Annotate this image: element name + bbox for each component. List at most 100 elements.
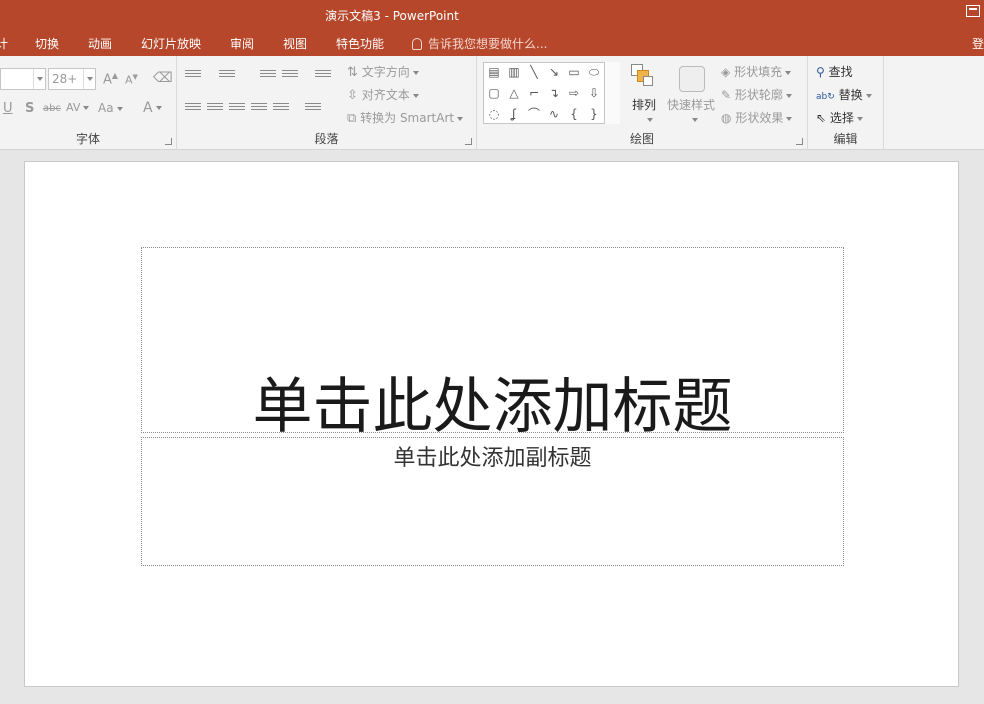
align-center-icon[interactable] [207,103,223,115]
subtitle-placeholder[interactable]: 单击此处添加副标题 [141,437,844,566]
text-shadow-button[interactable]: S [25,101,34,116]
arrange-button[interactable]: 排列 [632,96,656,113]
drawing-group: ▤ ▥ ╲ ↘ ▭ ⬭ ▢ △ ⌐ ↴ ⇨ ⇩ ◌ ʆ ⌒ ∿ { } 排列 快… [477,56,808,150]
triangle-shape-icon[interactable]: △ [507,87,521,99]
drawing-group-label: 绘图 [629,132,654,146]
search-icon: ⚲ [816,65,825,79]
ribbon-tabs: 计 切换 动画 幻灯片放映 审阅 视图 特色功能 告诉我您想要做什么... 登 [0,30,984,56]
down-arrow-shape-icon[interactable]: ⇩ [587,87,601,99]
text-direction-icon: ⇅ [347,65,358,80]
change-case-button[interactable]: Aa [98,101,123,115]
tab-animations[interactable]: 动画 [88,35,112,52]
textbox-shape-icon[interactable]: ▤ [487,66,501,78]
character-spacing-button[interactable]: AV [66,101,90,114]
gallery-scrollbar[interactable] [604,62,620,124]
smartart-icon: ⧉ [347,111,357,126]
quick-styles-icon [679,66,705,92]
increase-indent-icon[interactable] [282,70,298,82]
align-left-icon[interactable] [185,103,201,115]
replace-button[interactable]: ab↻ 替换 [816,86,872,103]
text-direction-button[interactable]: ⇅ 文字方向 [347,63,419,80]
align-right-icon[interactable] [229,103,245,115]
scribble-shape-icon[interactable]: ʆ [507,108,521,120]
window-title: 演示文稿3 - PowerPoint [325,9,459,23]
title-placeholder[interactable]: 单击此处添加标题 [141,247,844,442]
chevron-down-icon [689,112,698,126]
right-brace-shape-icon[interactable]: } [587,108,601,120]
title-placeholder-text: 单击此处添加标题 [252,372,733,442]
columns-icon[interactable] [305,103,321,115]
shrink-font-button[interactable]: A▼ [125,73,138,87]
strikethrough-button[interactable]: abc [43,103,61,114]
clear-formatting-icon[interactable]: ⌫ [153,70,173,86]
elbow-connector-shape-icon[interactable]: ⌐ [527,87,541,99]
rectangle-shape-icon[interactable]: ▭ [567,66,581,78]
shape-fill-button[interactable]: ◈ 形状填充 [721,63,792,80]
arc-shape-icon[interactable]: ⌒ [527,108,541,120]
paragraph-dialog-launcher-icon[interactable] [465,138,472,145]
tab-slideshow[interactable]: 幻灯片放映 [141,35,201,52]
convert-smartart-label: 转换为 SmartArt [360,111,455,125]
tab-view[interactable]: 视图 [283,35,307,52]
shape-outline-label: 形状轮廓 [734,88,783,102]
ribbon-display-options-icon[interactable] [966,5,980,17]
underline-button[interactable]: U [3,101,13,116]
drawing-dialog-launcher-icon[interactable] [796,138,803,145]
left-brace-shape-icon[interactable]: { [567,108,581,120]
font-color-button[interactable]: A [143,100,162,116]
right-arrow-shape-icon[interactable]: ⇨ [567,87,581,99]
numbering-icon[interactable] [219,70,235,82]
ribbon: 28+ A▲ A▼ ⌫ U S abc AV Aa A 字体 ⇅ 文字方向 ⇳ … [0,56,984,150]
paragraph-group: ⇅ 文字方向 ⇳ 对齐文本 ⧉ 转换为 SmartArt 段落 [177,56,477,150]
shape-effects-button[interactable]: ◍ 形状效果 [721,109,793,126]
tab-special-features[interactable]: 特色功能 [336,35,384,52]
convert-smartart-button[interactable]: ⧉ 转换为 SmartArt [347,109,464,126]
paint-bucket-icon: ◈ [721,65,731,79]
character-spacing-label: AV [66,101,81,114]
grow-font-label: A [103,72,112,88]
distributed-icon[interactable] [273,103,289,115]
font-size-value: 28+ [52,72,78,86]
tab-design[interactable]: 计 [0,35,8,52]
font-name-input[interactable] [0,68,46,90]
elbow-arrow-shape-icon[interactable]: ↴ [547,87,561,99]
bullets-icon[interactable] [185,70,201,82]
justify-icon[interactable] [251,103,267,115]
select-label: 选择 [829,111,854,125]
curve-shape-icon[interactable]: ∿ [547,108,561,120]
vertical-textbox-shape-icon[interactable]: ▥ [507,66,521,78]
line-spacing-icon[interactable] [315,70,331,82]
quick-styles-label: 快速样式 [667,98,716,112]
rounded-rectangle-shape-icon[interactable]: ▢ [487,87,501,99]
grow-font-button[interactable]: A▲ [103,71,118,87]
text-direction-label: 文字方向 [361,65,410,79]
tab-review[interactable]: 审阅 [230,35,254,52]
line-shape-icon[interactable]: ╲ [527,66,541,78]
decrease-indent-icon[interactable] [260,70,276,82]
oval-shape-icon[interactable]: ⬭ [587,66,601,78]
font-group-label: 字体 [75,132,100,146]
chevron-down-icon[interactable] [83,69,95,89]
align-text-button[interactable]: ⇳ 对齐文本 [347,86,419,103]
arrow-line-shape-icon[interactable]: ↘ [547,66,561,78]
quick-styles-button[interactable]: 快速样式 [667,96,715,113]
chevron-down-icon[interactable] [33,69,45,89]
chevron-down-icon [644,112,653,126]
sign-in-link[interactable]: 登 [972,35,984,52]
change-case-label: Aa [98,101,114,115]
font-group: 28+ A▲ A▼ ⌫ U S abc AV Aa A 字体 [0,56,177,150]
find-button[interactable]: ⚲ 查找 [816,63,853,80]
font-size-input[interactable]: 28+ [48,68,96,90]
shapes-gallery[interactable]: ▤ ▥ ╲ ↘ ▭ ⬭ ▢ △ ⌐ ↴ ⇨ ⇩ ◌ ʆ ⌒ ∿ { } [483,62,620,124]
tab-transitions[interactable]: 切换 [35,35,59,52]
freeform-shape-icon[interactable]: ◌ [487,108,501,120]
select-button[interactable]: ⇖ 选择 [816,109,863,126]
title-bar: 演示文稿3 - PowerPoint [0,0,984,30]
arrange-icon [629,64,655,90]
font-dialog-launcher-icon[interactable] [165,138,172,145]
find-label: 查找 [828,65,853,79]
tell-me-search[interactable]: 告诉我您想要做什么... [412,35,547,52]
shape-outline-button[interactable]: ✎ 形状轮廓 [721,86,792,103]
align-text-label: 对齐文本 [361,88,410,102]
slide[interactable]: 单击此处添加标题 单击此处添加副标题 [24,161,959,687]
